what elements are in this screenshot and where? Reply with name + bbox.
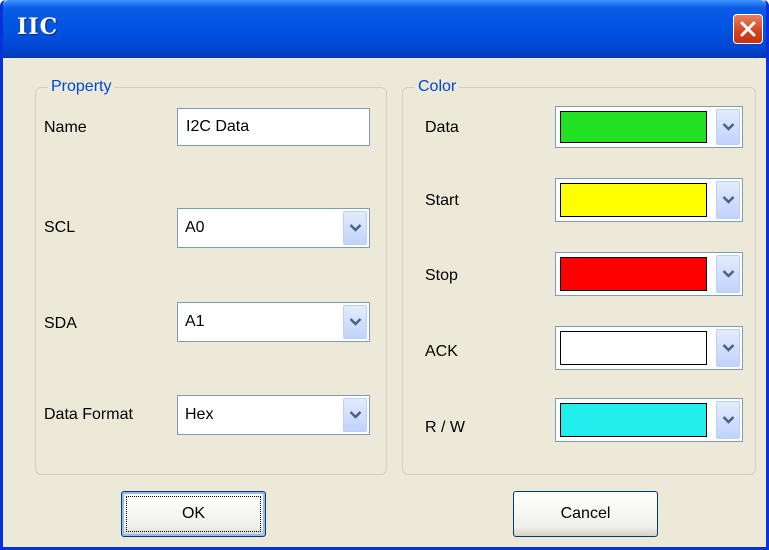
color-picker-ack[interactable] <box>555 326 743 370</box>
cancel-button[interactable]: Cancel <box>513 491 658 537</box>
close-button[interactable] <box>733 14 763 44</box>
color-group-title: Color <box>415 77 460 97</box>
chevron-down-icon <box>722 344 735 352</box>
chevron-down-icon <box>349 224 362 232</box>
color-picker-rw[interactable] <box>555 398 743 442</box>
color-data-dropdown-button[interactable] <box>716 109 740 145</box>
scl-dropdown-button[interactable] <box>343 211 367 245</box>
chevron-down-icon <box>349 318 362 326</box>
color-picker-start[interactable] <box>555 178 743 222</box>
data-format-dropdown-button[interactable] <box>343 398 367 432</box>
data-format-label: Data Format <box>44 406 133 423</box>
color-picker-data[interactable] <box>555 106 743 148</box>
color-stop-dropdown-button[interactable] <box>716 255 740 293</box>
color-swatch-rw <box>560 403 707 437</box>
color-rw-dropdown-button[interactable] <box>716 401 740 439</box>
chevron-down-icon <box>722 123 735 131</box>
scl-value: A0 <box>185 219 205 236</box>
chevron-down-icon <box>722 416 735 424</box>
chevron-down-icon <box>722 270 735 278</box>
sda-label: SDA <box>44 315 77 332</box>
color-start-dropdown-button[interactable] <box>716 181 740 219</box>
name-label: Name <box>44 119 87 136</box>
scl-select[interactable]: A0 <box>177 208 370 248</box>
chevron-down-icon <box>349 411 362 419</box>
data-format-select[interactable]: Hex <box>177 395 370 435</box>
color-label-stop: Stop <box>425 267 458 284</box>
color-swatch-data <box>560 111 707 143</box>
color-label-ack: ACK <box>425 343 458 360</box>
color-ack-dropdown-button[interactable] <box>716 329 740 367</box>
close-icon <box>740 21 756 37</box>
cancel-button-label: Cancel <box>560 505 611 522</box>
color-label-start: Start <box>425 192 459 209</box>
property-group-title: Property <box>48 77 115 97</box>
sda-dropdown-button[interactable] <box>343 305 367 339</box>
data-format-value: Hex <box>185 406 214 423</box>
title-bar[interactable]: IIC <box>3 0 766 58</box>
color-label-data: Data <box>425 119 459 136</box>
focus-rectangle <box>126 496 261 532</box>
chevron-down-icon <box>722 196 735 204</box>
color-swatch-stop <box>560 257 707 291</box>
scl-label: SCL <box>44 219 76 236</box>
sda-value: A1 <box>185 313 205 330</box>
iic-dialog: IIC Property Name I2C Data SCL A0 SDA A1… <box>0 0 769 550</box>
color-picker-stop[interactable] <box>555 252 743 296</box>
sda-select[interactable]: A1 <box>177 302 370 342</box>
color-label-rw: R / W <box>425 419 465 436</box>
window-title: IIC <box>17 14 59 40</box>
ok-button[interactable]: OK <box>121 491 266 537</box>
name-input[interactable]: I2C Data <box>177 108 370 146</box>
color-swatch-ack <box>560 331 707 365</box>
color-swatch-start <box>560 183 707 217</box>
